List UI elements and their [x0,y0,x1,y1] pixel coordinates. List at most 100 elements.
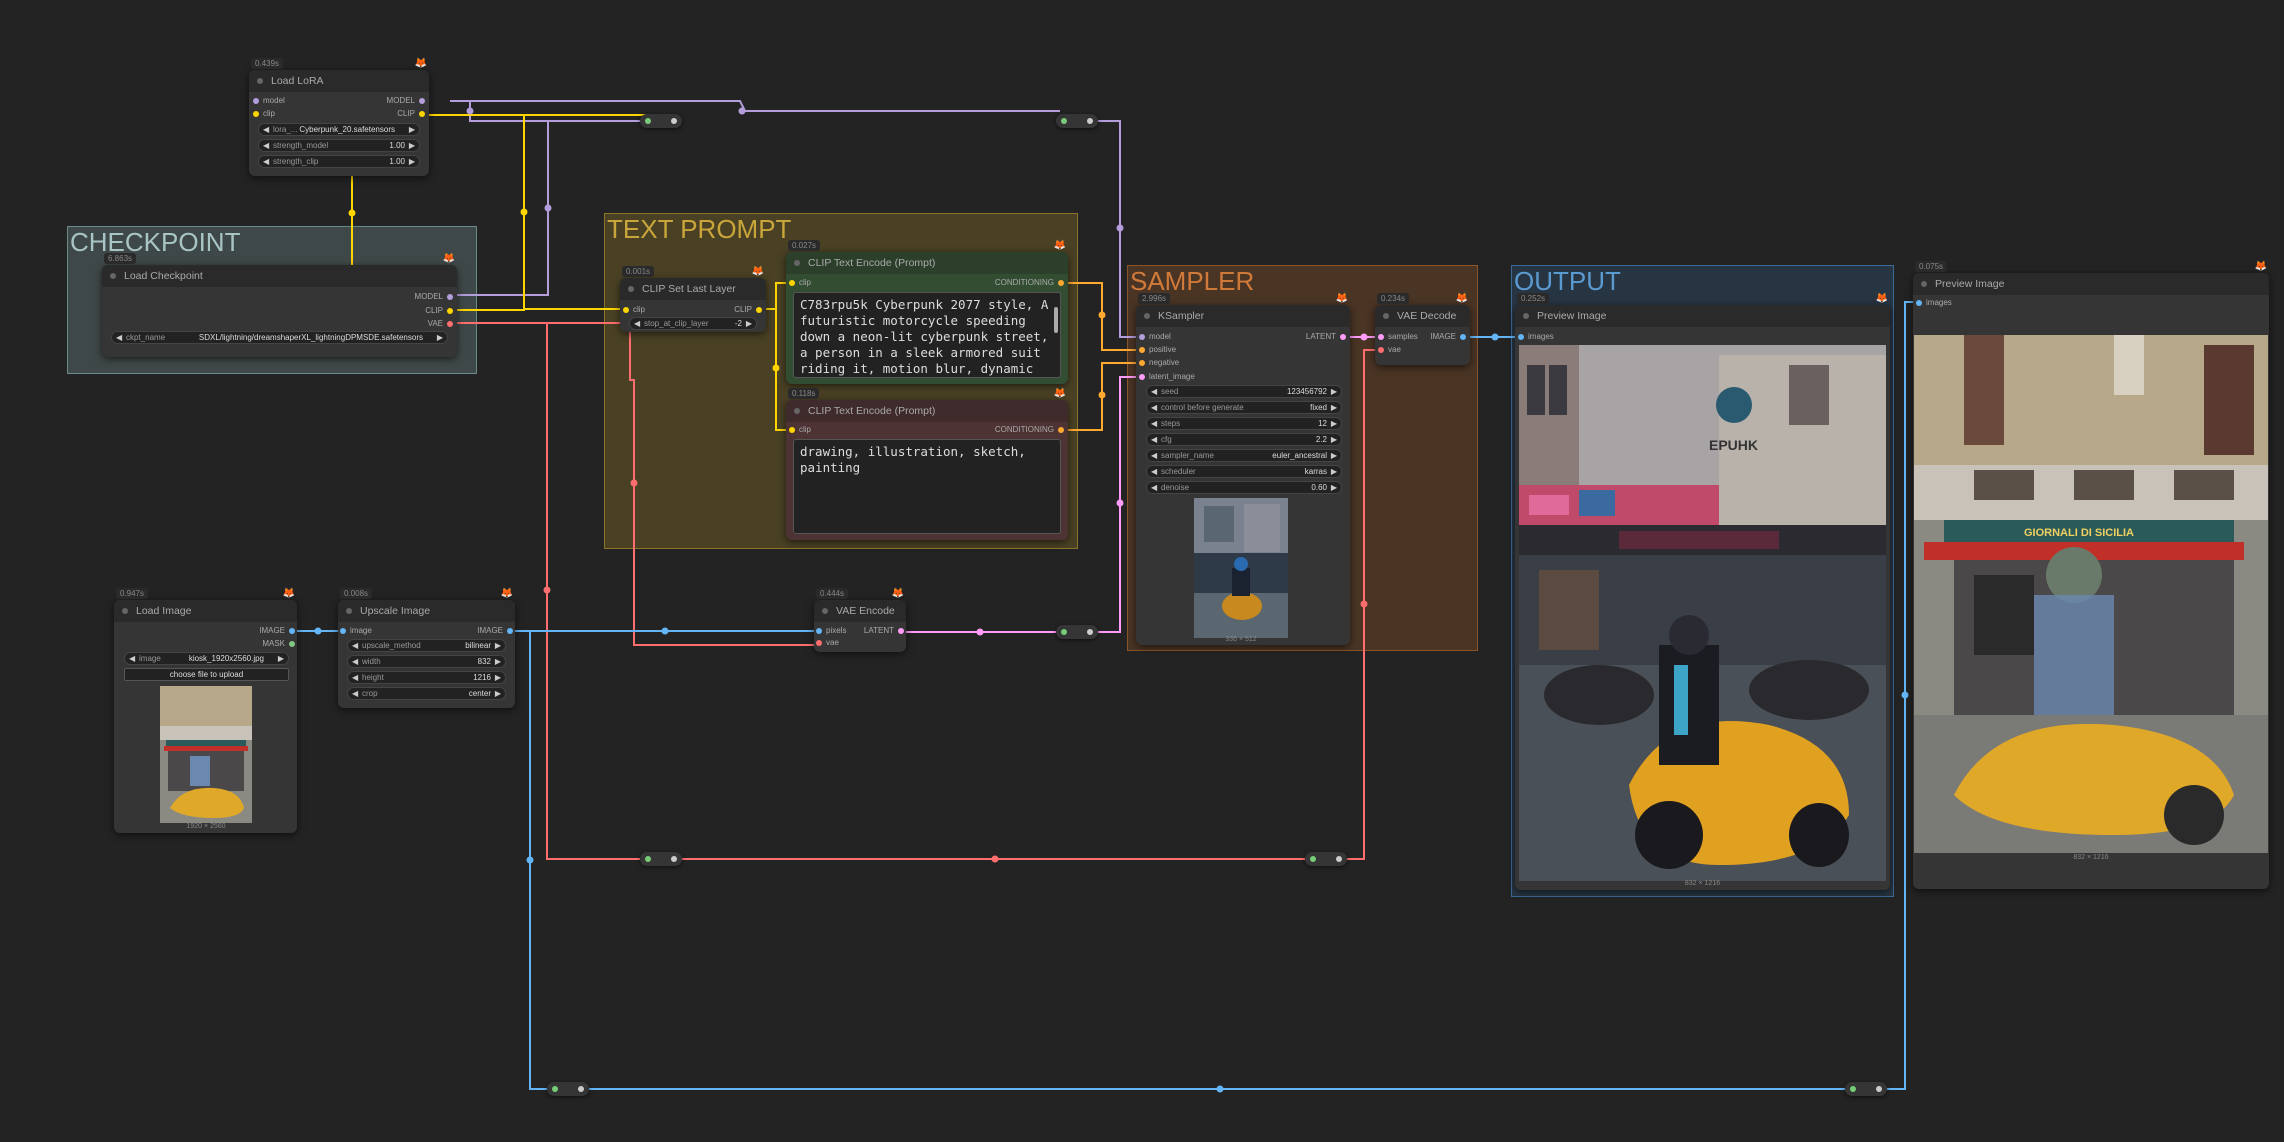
node-clip-text-encode-negative[interactable]: 0.118s 🦊 CLIP Text Encode (Prompt) clip … [786,388,1068,540]
reroute-node[interactable] [640,114,682,128]
node-vae-decode[interactable]: 0.234s 🦊 VAE Decode samples vae IMAGE [1375,293,1470,365]
positive-prompt-textarea[interactable]: C783rpu5k Cyberpunk 2077 style, A futuri… [793,292,1061,378]
collapse-dot-icon[interactable] [1383,313,1389,319]
collapse-dot-icon[interactable] [122,608,128,614]
node-preview-image-input[interactable]: 0.075s 🦊 Preview Image images GIORNALI D… [1913,261,2269,889]
negative-prompt-textarea[interactable]: drawing, illustration, sketch, painting [793,439,1061,534]
node-header[interactable]: VAE Decode [1375,305,1470,327]
output-slot-model[interactable]: MODEL [387,96,425,106]
image-select-widget[interactable]: ◀ image kiosk_1920x2560.jpg ▶ [124,652,289,665]
input-slot-negative[interactable]: negative [1139,358,1179,368]
node-header[interactable]: CLIP Text Encode (Prompt) [786,252,1068,274]
collapse-dot-icon[interactable] [1144,313,1150,319]
node-header[interactable]: Preview Image [1515,305,1890,327]
output-slot-clip[interactable]: CLIP [425,306,453,316]
height-widget[interactable]: ◀ height 1216 ▶ [347,671,506,684]
node-title: Load Checkpoint [124,270,203,282]
output-slot-image[interactable]: IMAGE [1430,332,1466,342]
crop-widget[interactable]: ◀ crop center ▶ [347,687,506,700]
input-slot-images[interactable]: images [1518,332,1554,342]
ckpt-name-widget[interactable]: ◀ ckpt_name SDXL/lightning/dreamshaperXL_l… [111,331,448,344]
scheduler-widget[interactable]: ◀ scheduler karras ▶ [1146,465,1342,478]
fox-icon: 🦊 [1053,388,1066,399]
strength-clip-widget[interactable]: ◀ strength_clip 1.00 ▶ [258,155,420,168]
node-load-checkpoint[interactable]: 6.863s 🦊 Load Checkpoint MODEL CLIP VAE … [102,253,457,357]
node-vae-encode[interactable]: 0.444s 🦊 VAE Encode pixels vae LATENT [814,588,906,652]
node-upscale-image[interactable]: 0.008s 🦊 Upscale Image image IMAGE ◀ upsc… [338,588,515,708]
collapse-dot-icon[interactable] [794,260,800,266]
input-slot-clip[interactable]: clip [789,278,811,288]
node-header[interactable]: VAE Encode [814,600,906,622]
reroute-node[interactable] [1845,1082,1887,1096]
upload-button[interactable]: choose file to upload [124,668,289,681]
node-header[interactable]: CLIP Set Last Layer [620,278,766,300]
node-preview-image-output[interactable]: 0.252s 🦊 Preview Image images EPUHK 832 … [1515,293,1890,890]
output-slot-mask[interactable]: MASK [262,639,295,649]
node-title: Load Image [136,605,192,617]
denoise-widget[interactable]: ◀ denoise 0.60 ▶ [1146,481,1342,494]
input-slot-clip[interactable]: clip [789,425,811,435]
input-slot-latent-image[interactable]: latent_image [1139,372,1195,382]
output-slot-conditioning[interactable]: CONDITIONING [995,425,1064,435]
collapse-dot-icon[interactable] [346,608,352,614]
output-slot-latent[interactable]: LATENT [1306,332,1346,342]
node-header[interactable]: Preview Image [1913,273,2269,295]
input-slot-pixels[interactable]: pixels [816,626,846,636]
output-slot-image[interactable]: IMAGE [477,626,513,636]
collapse-dot-icon[interactable] [257,78,263,84]
reroute-node[interactable] [1056,625,1098,639]
node-header[interactable]: Load Image [114,600,297,622]
upscale-method-widget[interactable]: ◀ upscale_method bilinear ▶ [347,639,506,652]
svg-text:EPUHK: EPUHK [1709,437,1758,453]
output-slot-clip[interactable]: CLIP [397,109,425,119]
input-slot-vae[interactable]: vae [816,638,839,648]
input-slot-clip[interactable]: clip [253,109,275,119]
node-load-image[interactable]: 0.947s 🦊 Load Image IMAGE MASK ◀ image kio… [114,588,297,833]
node-clip-set-last-layer[interactable]: 0.001s 🦊 CLIP Set Last Layer clip CLIP ◀… [620,266,766,332]
output-slot-vae[interactable]: VAE [428,319,453,329]
collapse-dot-icon[interactable] [1921,281,1927,287]
input-slot-model[interactable]: model [1139,332,1171,342]
output-slot-clip[interactable]: CLIP [734,305,762,315]
collapse-dot-icon[interactable] [110,273,116,279]
strength-model-widget[interactable]: ◀ strength_model 1.00 ▶ [258,139,420,152]
input-slot-model[interactable]: model [253,96,285,106]
collapse-dot-icon[interactable] [822,608,828,614]
reroute-node[interactable] [1056,114,1098,128]
textarea-scrollbar[interactable] [1054,307,1058,333]
image-size-caption: 832 × 1216 [2073,854,2109,861]
node-header[interactable]: CLIP Text Encode (Prompt) [786,400,1068,422]
node-header[interactable]: Load LoRA [249,70,429,92]
collapse-dot-icon[interactable] [794,408,800,414]
input-slot-clip[interactable]: clip [623,305,645,315]
input-slot-samples[interactable]: samples [1378,332,1418,342]
cfg-widget[interactable]: ◀ cfg 2.2 ▶ [1146,433,1342,446]
node-header[interactable]: Load Checkpoint [102,265,457,287]
input-slot-image[interactable]: image [340,626,372,636]
reroute-node[interactable] [1305,852,1347,866]
node-ksampler[interactable]: 2.996s 🦊 KSampler model positive negativ… [1136,293,1350,645]
input-slot-vae[interactable]: vae [1378,345,1401,355]
reroute-node[interactable] [640,852,682,866]
collapse-dot-icon[interactable] [1523,313,1529,319]
steps-widget[interactable]: ◀ steps 12 ▶ [1146,417,1342,430]
node-header[interactable]: Upscale Image [338,600,515,622]
svg-text:GIORNALI DI SICILIA: GIORNALI DI SICILIA [2024,527,2134,539]
output-slot-image[interactable]: IMAGE [259,626,295,636]
input-slot-positive[interactable]: positive [1139,345,1176,355]
node-load-lora[interactable]: 0.439s 🦊 Load LoRA model clip MODEL CLIP… [249,58,429,176]
output-slot-latent[interactable]: LATENT [864,626,904,636]
node-header[interactable]: KSampler [1136,305,1350,327]
collapse-dot-icon[interactable] [628,286,634,292]
input-slot-images[interactable]: images [1916,298,1952,308]
control-before-generate-widget[interactable]: ◀ control before generate fixed ▶ [1146,401,1342,414]
output-slot-conditioning[interactable]: CONDITIONING [995,278,1064,288]
sampler-name-widget[interactable]: ◀ sampler_name euler_ancestral ▶ [1146,449,1342,462]
stop-at-clip-layer-widget[interactable]: ◀ stop_at_clip_layer -2 ▶ [629,317,757,330]
reroute-node[interactable] [547,1082,589,1096]
width-widget[interactable]: ◀ width 832 ▶ [347,655,506,668]
seed-widget[interactable]: ◀ seed 123456792 ▶ [1146,385,1342,398]
lora-name-widget[interactable]: ◀ lora_... Cyberpunk_20.safetensors ▶ [258,123,420,136]
output-slot-model[interactable]: MODEL [415,292,453,302]
node-clip-text-encode-positive[interactable]: 0.027s 🦊 CLIP Text Encode (Prompt) clip … [786,240,1068,384]
